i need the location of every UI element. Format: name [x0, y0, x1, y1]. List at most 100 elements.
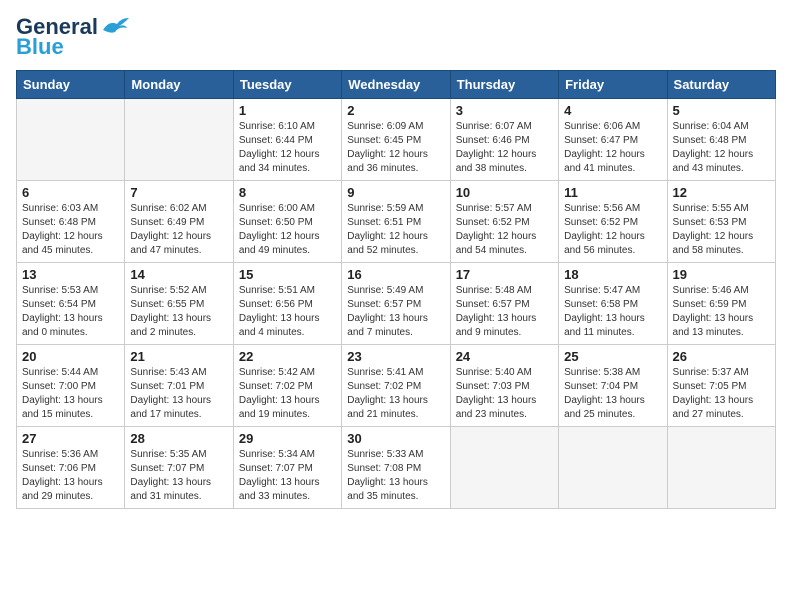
day-sun-info: Sunrise: 5:35 AMSunset: 7:07 PMDaylight:…: [130, 448, 227, 504]
calendar-cell: 7 Sunrise: 6:02 AMSunset: 6:49 PMDaylight…: [125, 181, 233, 263]
day-number: 16: [347, 267, 444, 282]
calendar-week-5: 27Sunrise: 5:36 AMSunset: 7:06 PMDayligh…: [17, 427, 776, 509]
page-header: General Blue: [16, 16, 776, 60]
day-number: 22: [239, 349, 336, 364]
calendar-cell: 11 Sunrise: 5:56 AMSunset: 6:52 PMDayligh…: [559, 181, 667, 263]
calendar-cell: 10 Sunrise: 5:57 AMSunset: 6:52 PMDayligh…: [450, 181, 558, 263]
day-sun-info: Sunrise: 5:40 AMSunset: 7:03 PMDaylight:…: [456, 366, 553, 422]
calendar-cell: [667, 427, 775, 509]
day-sun-info: Sunrise: 6:10 AMSunset: 6:44 PMDaylight:…: [239, 120, 336, 176]
day-number: 15: [239, 267, 336, 282]
calendar-cell: 8Sunrise: 6:00 AMSunset: 6:50 PMDaylight…: [233, 181, 341, 263]
calendar-cell: [450, 427, 558, 509]
day-sun-info: Sunrise: 5:59 AMSunset: 6:51 PMDaylight:…: [347, 202, 444, 258]
weekday-header-sunday: Sunday: [17, 71, 125, 99]
calendar-cell: 29Sunrise: 5:34 AMSunset: 7:07 PMDayligh…: [233, 427, 341, 509]
day-number: 19: [673, 267, 770, 282]
day-sun-info: Sunrise: 6:04 AMSunset: 6:48 PMDaylight:…: [673, 120, 770, 176]
day-number: 12: [673, 185, 770, 200]
day-number: 5: [673, 103, 770, 118]
weekday-header-wednesday: Wednesday: [342, 71, 450, 99]
calendar-cell: 24Sunrise: 5:40 AMSunset: 7:03 PMDayligh…: [450, 345, 558, 427]
calendar-cell: 14 Sunrise: 5:52 AMSunset: 6:55 PMDayligh…: [125, 263, 233, 345]
calendar-cell: 26 Sunrise: 5:37 AMSunset: 7:05 PMDayligh…: [667, 345, 775, 427]
calendar-cell: 4Sunrise: 6:06 AMSunset: 6:47 PMDaylight…: [559, 99, 667, 181]
calendar-cell: 6 Sunrise: 6:03 AMSunset: 6:48 PMDaylight…: [17, 181, 125, 263]
day-number: 21: [130, 349, 227, 364]
day-sun-info: Sunrise: 5:49 AMSunset: 6:57 PMDaylight:…: [347, 284, 444, 340]
day-number: 27: [22, 431, 119, 446]
day-number: 28: [130, 431, 227, 446]
day-sun-info: Sunrise: 5:52 AMSunset: 6:55 PMDaylight:…: [130, 284, 227, 340]
day-sun-info: Sunrise: 5:53 AMSunset: 6:54 PMDaylight:…: [22, 284, 119, 340]
calendar-table: SundayMondayTuesdayWednesdayThursdayFrid…: [16, 70, 776, 509]
day-number: 11: [564, 185, 661, 200]
calendar-week-2: 6 Sunrise: 6:03 AMSunset: 6:48 PMDaylight…: [17, 181, 776, 263]
day-number: 10: [456, 185, 553, 200]
day-sun-info: Sunrise: 5:44 AMSunset: 7:00 PMDaylight:…: [22, 366, 119, 422]
calendar-cell: 1 Sunrise: 6:10 AMSunset: 6:44 PMDaylight…: [233, 99, 341, 181]
calendar-cell: 17 Sunrise: 5:48 AMSunset: 6:57 PMDayligh…: [450, 263, 558, 345]
day-number: 18: [564, 267, 661, 282]
day-sun-info: Sunrise: 5:41 AMSunset: 7:02 PMDaylight:…: [347, 366, 444, 422]
logo: General Blue: [16, 16, 131, 60]
calendar-cell: [17, 99, 125, 181]
day-sun-info: Sunrise: 6:02 AMSunset: 6:49 PMDaylight:…: [130, 202, 227, 258]
calendar-cell: 3 Sunrise: 6:07 AMSunset: 6:46 PMDaylight…: [450, 99, 558, 181]
day-sun-info: Sunrise: 5:55 AMSunset: 6:53 PMDaylight:…: [673, 202, 770, 258]
day-number: 6: [22, 185, 119, 200]
day-sun-info: Sunrise: 5:37 AMSunset: 7:05 PMDaylight:…: [673, 366, 770, 422]
day-number: 13: [22, 267, 119, 282]
day-number: 25: [564, 349, 661, 364]
day-sun-info: Sunrise: 5:46 AMSunset: 6:59 PMDaylight:…: [673, 284, 770, 340]
day-number: 7: [130, 185, 227, 200]
day-number: 20: [22, 349, 119, 364]
day-sun-info: Sunrise: 6:00 AMSunset: 6:50 PMDaylight:…: [239, 202, 336, 258]
weekday-header-row: SundayMondayTuesdayWednesdayThursdayFrid…: [17, 71, 776, 99]
calendar-week-1: 1 Sunrise: 6:10 AMSunset: 6:44 PMDaylight…: [17, 99, 776, 181]
day-sun-info: Sunrise: 5:57 AMSunset: 6:52 PMDaylight:…: [456, 202, 553, 258]
logo-bird-icon: [101, 16, 131, 38]
day-number: 3: [456, 103, 553, 118]
day-sun-info: Sunrise: 6:09 AMSunset: 6:45 PMDaylight:…: [347, 120, 444, 176]
calendar-cell: 16 Sunrise: 5:49 AMSunset: 6:57 PMDayligh…: [342, 263, 450, 345]
calendar-cell: 13 Sunrise: 5:53 AMSunset: 6:54 PMDayligh…: [17, 263, 125, 345]
calendar-cell: [559, 427, 667, 509]
day-sun-info: Sunrise: 5:38 AMSunset: 7:04 PMDaylight:…: [564, 366, 661, 422]
calendar-cell: 12 Sunrise: 5:55 AMSunset: 6:53 PMDayligh…: [667, 181, 775, 263]
calendar-cell: 25 Sunrise: 5:38 AMSunset: 7:04 PMDayligh…: [559, 345, 667, 427]
day-sun-info: Sunrise: 5:48 AMSunset: 6:57 PMDaylight:…: [456, 284, 553, 340]
day-sun-info: Sunrise: 6:03 AMSunset: 6:48 PMDaylight:…: [22, 202, 119, 258]
day-sun-info: Sunrise: 6:06 AMSunset: 6:47 PMDaylight:…: [564, 120, 661, 176]
calendar-cell: 9 Sunrise: 5:59 AMSunset: 6:51 PMDaylight…: [342, 181, 450, 263]
calendar-cell: 27Sunrise: 5:36 AMSunset: 7:06 PMDayligh…: [17, 427, 125, 509]
day-number: 26: [673, 349, 770, 364]
day-number: 29: [239, 431, 336, 446]
weekday-header-tuesday: Tuesday: [233, 71, 341, 99]
day-sun-info: Sunrise: 5:47 AMSunset: 6:58 PMDaylight:…: [564, 284, 661, 340]
day-sun-info: Sunrise: 5:43 AMSunset: 7:01 PMDaylight:…: [130, 366, 227, 422]
calendar-cell: 23 Sunrise: 5:41 AMSunset: 7:02 PMDayligh…: [342, 345, 450, 427]
calendar-cell: 18 Sunrise: 5:47 AMSunset: 6:58 PMDayligh…: [559, 263, 667, 345]
calendar-cell: 19 Sunrise: 5:46 AMSunset: 6:59 PMDayligh…: [667, 263, 775, 345]
day-number: 17: [456, 267, 553, 282]
day-number: 23: [347, 349, 444, 364]
calendar-cell: [125, 99, 233, 181]
calendar-cell: 5 Sunrise: 6:04 AMSunset: 6:48 PMDaylight…: [667, 99, 775, 181]
day-sun-info: Sunrise: 6:07 AMSunset: 6:46 PMDaylight:…: [456, 120, 553, 176]
calendar-cell: 28 Sunrise: 5:35 AMSunset: 7:07 PMDayligh…: [125, 427, 233, 509]
calendar-cell: 2 Sunrise: 6:09 AMSunset: 6:45 PMDaylight…: [342, 99, 450, 181]
weekday-header-saturday: Saturday: [667, 71, 775, 99]
day-number: 14: [130, 267, 227, 282]
calendar-week-3: 13 Sunrise: 5:53 AMSunset: 6:54 PMDayligh…: [17, 263, 776, 345]
calendar-cell: 30Sunrise: 5:33 AMSunset: 7:08 PMDayligh…: [342, 427, 450, 509]
calendar-cell: 21 Sunrise: 5:43 AMSunset: 7:01 PMDayligh…: [125, 345, 233, 427]
day-number: 1: [239, 103, 336, 118]
day-sun-info: Sunrise: 5:56 AMSunset: 6:52 PMDaylight:…: [564, 202, 661, 258]
weekday-header-monday: Monday: [125, 71, 233, 99]
calendar-cell: 20 Sunrise: 5:44 AMSunset: 7:00 PMDayligh…: [17, 345, 125, 427]
calendar-week-4: 20 Sunrise: 5:44 AMSunset: 7:00 PMDayligh…: [17, 345, 776, 427]
day-sun-info: Sunrise: 5:42 AMSunset: 7:02 PMDaylight:…: [239, 366, 336, 422]
day-number: 9: [347, 185, 444, 200]
day-number: 2: [347, 103, 444, 118]
